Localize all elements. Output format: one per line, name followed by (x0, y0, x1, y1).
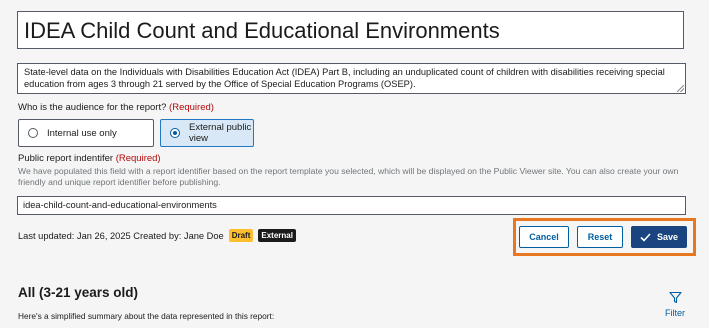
resize-grip-icon[interactable] (677, 85, 684, 92)
reset-button[interactable]: Reset (577, 226, 623, 248)
audience-label: Who is the audience for the report? (Req… (18, 102, 214, 113)
filter-label: Filter (665, 308, 685, 318)
report-description-text: State-level data on the Individuals with… (24, 67, 665, 89)
filter-button[interactable]: Filter (660, 291, 690, 318)
report-meta: Last updated: Jan 26, 2025 Created by: J… (18, 229, 296, 242)
identifier-label: Public report indentifer (Required) (18, 153, 161, 164)
save-label: Save (656, 232, 679, 242)
radio-internal-use[interactable]: Internal use only (18, 119, 154, 147)
audience-required-text: (Required) (169, 102, 214, 113)
last-updated-text: Last updated: Jan 26, 2025 Created by: J… (18, 230, 224, 241)
section-subtitle: Here's a simplified summary about the da… (18, 311, 275, 321)
report-description-textarea[interactable]: State-level data on the Individuals with… (17, 63, 686, 94)
identifier-label-text: Public report indentifer (18, 153, 114, 164)
report-identifier-input[interactable]: idea-child-count-and-educational-environ… (17, 196, 686, 215)
save-button[interactable]: Save (631, 226, 687, 248)
filter-funnel-icon (668, 291, 682, 306)
identifier-required-text: (Required) (115, 153, 161, 164)
radio-checked-icon (170, 128, 180, 138)
identifier-hint: We have populated this field with a repo… (18, 166, 679, 187)
radio-external-public[interactable]: External public view (160, 119, 254, 147)
radio-internal-label: Internal use only (47, 127, 117, 139)
check-icon (640, 232, 651, 242)
radio-unchecked-icon (28, 128, 38, 138)
radio-external-label: External public view (189, 122, 252, 144)
cancel-button[interactable]: Cancel (519, 226, 569, 248)
external-badge: External (258, 229, 296, 242)
report-editor: IDEA Child Count and Educational Environ… (0, 0, 709, 328)
audience-label-text: Who is the audience for the report? (18, 102, 167, 113)
draft-badge: Draft (228, 229, 254, 242)
report-title-input[interactable]: IDEA Child Count and Educational Environ… (17, 11, 684, 49)
section-title: All (3-21 years old) (18, 285, 139, 300)
